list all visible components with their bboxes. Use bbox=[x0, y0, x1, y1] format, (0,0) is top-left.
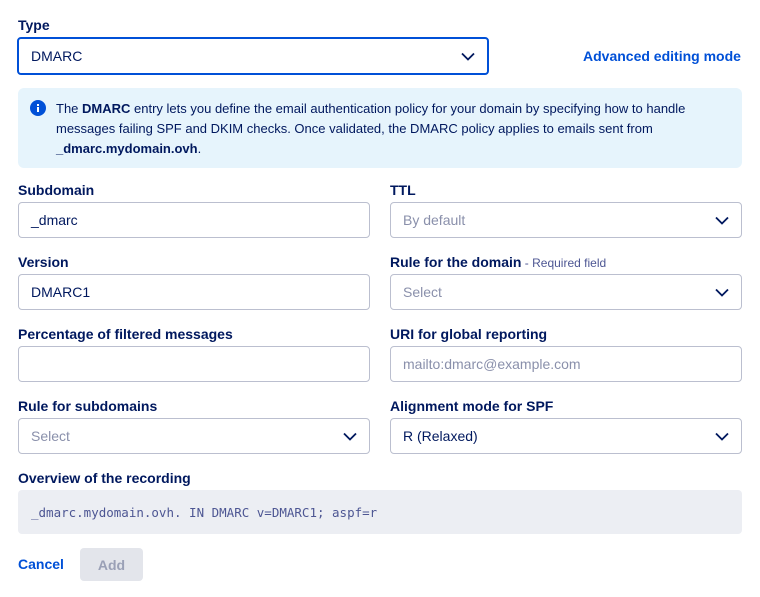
ttl-placeholder: By default bbox=[403, 212, 466, 228]
add-button[interactable]: Add bbox=[80, 548, 143, 581]
cancel-button[interactable]: Cancel bbox=[18, 556, 64, 572]
alignment-spf-value: R (Relaxed) bbox=[403, 428, 478, 444]
uri-global-label: URI for global reporting bbox=[390, 326, 548, 342]
info-text-3: . bbox=[197, 141, 202, 156]
overview-value: _dmarc.mydomain.ovh. IN DMARC v=DMARC1; … bbox=[31, 504, 378, 520]
subdomain-input[interactable]: _dmarc bbox=[18, 202, 370, 238]
subdomain-label: Subdomain bbox=[18, 182, 95, 198]
uri-global-input[interactable]: mailto:dmarc@example.com bbox=[390, 346, 742, 382]
required-hint: - Required field bbox=[521, 256, 607, 270]
version-input[interactable]: DMARC1 bbox=[18, 274, 370, 310]
info-bold-domain: _dmarc.mydomain.ovh bbox=[56, 141, 198, 156]
rule-subdomains-label: Rule for subdomains bbox=[18, 398, 158, 414]
chevron-down-icon bbox=[715, 288, 729, 297]
ttl-select[interactable]: By default bbox=[390, 202, 742, 238]
info-message: The DMARC entry lets you define the emai… bbox=[18, 88, 742, 168]
type-select[interactable]: DMARC bbox=[17, 37, 489, 75]
type-label: Type bbox=[18, 17, 50, 33]
info-bold-dmarc: DMARC bbox=[82, 101, 131, 116]
uri-global-placeholder: mailto:dmarc@example.com bbox=[403, 356, 581, 372]
chevron-down-icon bbox=[461, 52, 475, 61]
chevron-down-icon bbox=[715, 216, 729, 225]
ttl-label: TTL bbox=[390, 182, 416, 198]
alignment-spf-label: Alignment mode for SPF bbox=[390, 398, 554, 414]
chevron-down-icon bbox=[343, 432, 357, 441]
type-select-value: DMARC bbox=[31, 48, 83, 64]
subdomain-value: _dmarc bbox=[31, 212, 78, 228]
rule-domain-label: Rule for the domain - Required field bbox=[390, 254, 606, 270]
overview-box: _dmarc.mydomain.ovh. IN DMARC v=DMARC1; … bbox=[18, 490, 742, 534]
info-text-1: The bbox=[56, 101, 83, 116]
advanced-editing-link[interactable]: Advanced editing mode bbox=[583, 48, 741, 64]
percentage-input[interactable] bbox=[18, 346, 370, 382]
overview-label: Overview of the recording bbox=[18, 470, 191, 486]
rule-domain-placeholder: Select bbox=[403, 284, 442, 300]
rule-subdomains-placeholder: Select bbox=[31, 428, 70, 444]
alignment-spf-select[interactable]: R (Relaxed) bbox=[390, 418, 742, 454]
rule-subdomains-select[interactable]: Select bbox=[18, 418, 370, 454]
info-text-2: entry lets you define the email authenti… bbox=[56, 101, 686, 136]
info-icon bbox=[30, 100, 46, 116]
version-value: DMARC1 bbox=[31, 284, 91, 300]
rule-domain-label-text: Rule for the domain bbox=[390, 254, 522, 270]
rule-domain-select[interactable]: Select bbox=[390, 274, 742, 310]
chevron-down-icon bbox=[715, 432, 729, 441]
version-label: Version bbox=[18, 254, 69, 270]
percentage-label: Percentage of filtered messages bbox=[18, 326, 233, 342]
